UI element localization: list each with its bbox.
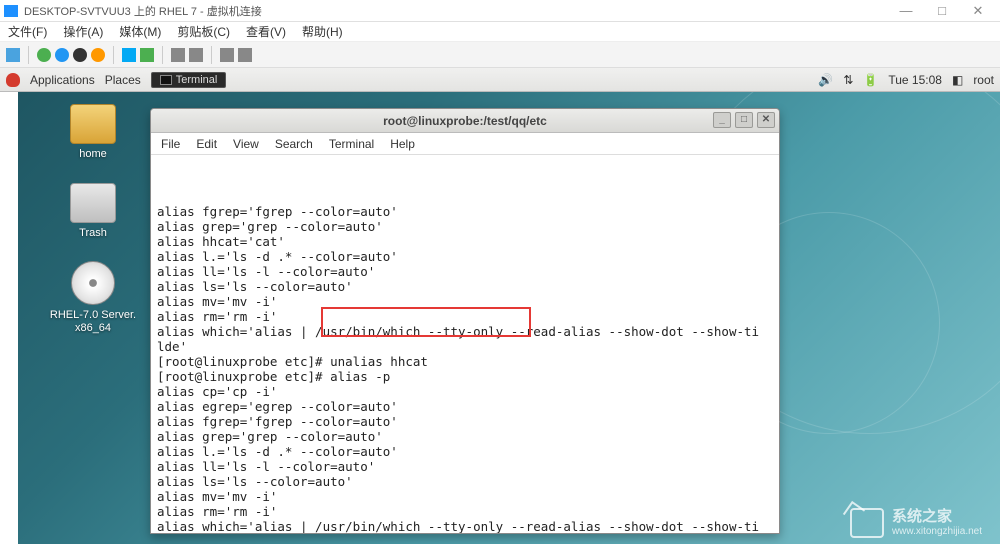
terminal-icon (160, 75, 172, 85)
enhanced-icon[interactable] (220, 48, 234, 62)
terminal-line: alias ls='ls --color=auto' (157, 474, 773, 489)
desktop[interactable]: home Trash RHEL-7.0 Server. x86_64 root@… (0, 92, 1000, 544)
host-minimize-button[interactable]: — (888, 3, 924, 18)
ctrl-alt-del-icon[interactable] (6, 48, 20, 62)
terminal-titlebar[interactable]: root@linuxprobe:/test/qq/etc _ □ ✕ (151, 109, 779, 133)
terminal-line: alias grep='grep --color=auto' (157, 219, 773, 234)
battery-icon[interactable]: 🔋 (863, 73, 878, 87)
terminal-line: [root@linuxprobe etc]# unalias hhcat (157, 354, 773, 369)
terminal-line: alias hhcat='cat' (157, 234, 773, 249)
media-label-line1: RHEL-7.0 Server. (48, 309, 138, 322)
reset-icon[interactable] (140, 48, 154, 62)
terminal-menu-view[interactable]: View (233, 137, 259, 151)
terminal-line: alias ll='ls -l --color=auto' (157, 459, 773, 474)
redhat-icon[interactable] (6, 73, 20, 87)
vm-menu-clipboard[interactable]: 剪贴板(C) (177, 23, 230, 40)
terminal-line: alias fgrep='fgrep --color=auto' (157, 204, 773, 219)
volume-icon[interactable]: 🔊 (818, 73, 833, 87)
vm-menu-file[interactable]: 文件(F) (8, 23, 47, 40)
home-label: home (48, 148, 138, 161)
terminal-menu-search[interactable]: Search (275, 137, 313, 151)
terminal-line: alias fgrep='fgrep --color=auto' (157, 414, 773, 429)
terminal-menubar: File Edit View Search Terminal Help (151, 133, 779, 155)
terminal-window: root@linuxprobe:/test/qq/etc _ □ ✕ File … (150, 108, 780, 534)
terminal-maximize-button[interactable]: □ (735, 112, 753, 128)
disc-icon (71, 261, 115, 305)
revert-icon[interactable] (189, 48, 203, 62)
host-close-button[interactable]: ✕ (960, 3, 996, 19)
terminal-line: alias cp='cp -i' (157, 384, 773, 399)
system-tray: 🔊 ⇅ 🔋 Tue 15:08 ◧ root (818, 73, 994, 87)
terminal-body[interactable]: alias fgrep='fgrep --color=auto'alias gr… (151, 155, 779, 533)
terminal-line: alias ll='ls -l --color=auto' (157, 264, 773, 279)
watermark-url: www.xitongzhijia.net (892, 526, 982, 537)
watermark-brand: 系统之家 (892, 509, 982, 526)
power-icon[interactable]: ◧ (952, 73, 963, 87)
terminal-line: [root@linuxprobe etc]# alias -p (157, 369, 773, 384)
shutdown-icon[interactable] (73, 48, 87, 62)
terminal-minimize-button[interactable]: _ (713, 112, 731, 128)
optical-media[interactable]: RHEL-7.0 Server. x86_64 (48, 261, 138, 334)
start-icon[interactable] (37, 48, 51, 62)
terminal-line: alias mv='mv -i' (157, 489, 773, 504)
terminal-line: alias l.='ls -d .* --color=auto' (157, 444, 773, 459)
vm-menu-help[interactable]: 帮助(H) (302, 23, 343, 40)
command-highlight (321, 307, 531, 337)
terminal-menu-terminal[interactable]: Terminal (329, 137, 374, 151)
terminal-menu-edit[interactable]: Edit (196, 137, 217, 151)
network-icon[interactable]: ⇅ (843, 73, 853, 87)
places-menu[interactable]: Places (105, 73, 141, 87)
vm-menu-media[interactable]: 媒体(M) (119, 23, 161, 40)
terminal-menu-file[interactable]: File (161, 137, 180, 151)
terminal-line: alias egrep='egrep --color=auto' (157, 399, 773, 414)
terminal-title: root@linuxprobe:/test/qq/etc (383, 114, 547, 128)
folder-icon (70, 104, 116, 144)
trash-label: Trash (48, 227, 138, 240)
vm-titlebar: DESKTOP-SVTVUU3 上的 RHEL 7 - 虚拟机连接 — □ ✕ (0, 0, 1000, 22)
vm-menu-action[interactable]: 操作(A) (63, 23, 103, 40)
trash-icon (70, 183, 116, 223)
taskbar-terminal[interactable]: Terminal (151, 72, 227, 88)
watermark-icon (850, 508, 884, 538)
vm-title: DESKTOP-SVTVUU3 上的 RHEL 7 - 虚拟机连接 (24, 3, 262, 19)
clock[interactable]: Tue 15:08 (888, 73, 942, 87)
terminal-menu-help[interactable]: Help (390, 137, 415, 151)
trash[interactable]: Trash (48, 183, 138, 240)
user-label[interactable]: root (973, 73, 994, 87)
terminal-line: alias rm='rm -i' (157, 504, 773, 519)
taskbar-terminal-label: Terminal (176, 74, 218, 86)
media-label-line2: x86_64 (48, 322, 138, 335)
save-icon[interactable] (91, 48, 105, 62)
checkpoint-icon[interactable] (171, 48, 185, 62)
pause-icon[interactable] (122, 48, 136, 62)
desktop-icons: home Trash RHEL-7.0 Server. x86_64 (48, 104, 138, 335)
turnoff-icon[interactable] (55, 48, 69, 62)
applications-menu[interactable]: Applications (30, 73, 95, 87)
vm-toolbar (0, 42, 1000, 68)
terminal-line: alias ls='ls --color=auto' (157, 279, 773, 294)
page-margin (0, 92, 18, 544)
vm-menu-view[interactable]: 查看(V) (246, 23, 286, 40)
vm-icon (4, 5, 18, 17)
share-icon[interactable] (238, 48, 252, 62)
terminal-line: alias l.='ls -d .* --color=auto' (157, 249, 773, 264)
gnome-top-panel: Applications Places Terminal 🔊 ⇅ 🔋 Tue 1… (0, 68, 1000, 92)
vm-menubar: 文件(F) 操作(A) 媒体(M) 剪贴板(C) 查看(V) 帮助(H) (0, 22, 1000, 42)
terminal-line: lde' (157, 339, 773, 354)
terminal-line: alias which='alias | /usr/bin/which --tt… (157, 519, 773, 533)
host-maximize-button[interactable]: □ (924, 3, 960, 18)
terminal-line: alias grep='grep --color=auto' (157, 429, 773, 444)
terminal-close-button[interactable]: ✕ (757, 112, 775, 128)
watermark: 系统之家 www.xitongzhijia.net (850, 508, 982, 538)
home-folder[interactable]: home (48, 104, 138, 161)
